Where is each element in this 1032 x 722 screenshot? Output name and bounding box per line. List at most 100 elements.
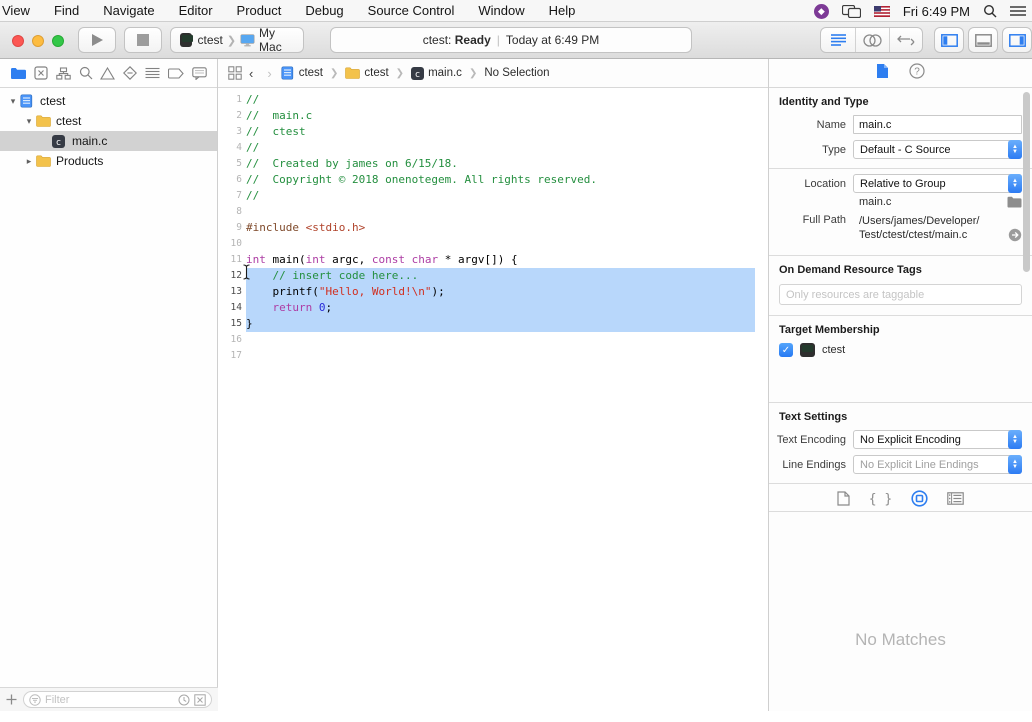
breadcrumb-item-no-selection[interactable]: No Selection xyxy=(484,67,549,79)
code-text[interactable]: // main.c xyxy=(246,108,755,124)
toggle-inspector-button[interactable] xyxy=(1002,27,1032,53)
code-line-10[interactable]: 10 xyxy=(218,236,768,252)
go-back-button[interactable]: ‹ xyxy=(249,66,253,81)
name-field[interactable]: main.c xyxy=(853,115,1022,134)
code-text[interactable]: printf("Hello, World!\n"); xyxy=(246,284,755,300)
tree-item-products[interactable]: ▸Products xyxy=(0,151,217,171)
menu-product[interactable]: Product xyxy=(225,0,294,21)
tree-item-ctest[interactable]: ▾ctest xyxy=(0,111,217,131)
tree-item-ctest[interactable]: ▾ctest xyxy=(0,91,217,111)
menu-find[interactable]: Find xyxy=(42,0,91,21)
related-items-icon[interactable] xyxy=(228,66,242,80)
code-line-12[interactable]: 12 // insert code here... xyxy=(218,268,768,284)
test-navigator-icon[interactable] xyxy=(123,66,137,80)
version-editor-button[interactable] xyxy=(889,28,922,52)
code-line-16[interactable]: 16 xyxy=(218,332,768,348)
code-line-7[interactable]: 7// xyxy=(218,188,768,204)
notification-center-icon[interactable] xyxy=(1010,5,1026,17)
resource-tags-input[interactable]: Only resources are taggable xyxy=(779,284,1022,305)
code-text[interactable]: #include <stdio.h> xyxy=(246,220,755,236)
code-line-8[interactable]: 8 xyxy=(218,204,768,220)
code-line-1[interactable]: 1// xyxy=(218,92,768,108)
code-line-3[interactable]: 3// ctest xyxy=(218,124,768,140)
source-code-editor[interactable]: 1//2// main.c3// ctest4//5// Created by … xyxy=(218,88,768,364)
breadcrumb-item-ctest[interactable]: ctest xyxy=(281,66,323,80)
code-line-4[interactable]: 4// xyxy=(218,140,768,156)
open-path-arrow-icon[interactable] xyxy=(1008,228,1022,242)
location-dropdown[interactable]: Relative to Group ▲▼ xyxy=(853,174,1022,193)
breadcrumb-item-ctest[interactable]: ctest xyxy=(345,67,388,79)
source-control-navigator-icon[interactable] xyxy=(34,66,48,80)
add-button[interactable] xyxy=(6,694,17,705)
code-line-13[interactable]: 13 printf("Hello, World!\n"); xyxy=(218,284,768,300)
code-line-2[interactable]: 2// main.c xyxy=(218,108,768,124)
menu-editor[interactable]: Editor xyxy=(167,0,225,21)
code-line-5[interactable]: 5// Created by james on 6/15/18. xyxy=(218,156,768,172)
file-inspector-tab[interactable] xyxy=(876,63,889,84)
quick-help-tab[interactable]: ? xyxy=(909,63,925,84)
disclosure-triangle-icon[interactable]: ▸ xyxy=(22,156,36,167)
code-text[interactable]: return 0; xyxy=(246,300,755,316)
code-line-6[interactable]: 6// Copyright © 2018 onenotegem. All rig… xyxy=(218,172,768,188)
navigator-filter-input[interactable]: Filter xyxy=(23,691,212,708)
menu-window[interactable]: Window xyxy=(466,0,536,21)
type-dropdown[interactable]: Default - C Source ▲▼ xyxy=(853,140,1022,159)
media-library-icon[interactable] xyxy=(947,492,964,508)
assistant-editor-button[interactable] xyxy=(855,28,888,52)
issue-navigator-icon[interactable] xyxy=(100,67,115,80)
code-line-14[interactable]: 14 return 0; xyxy=(218,300,768,316)
object-library-icon[interactable] xyxy=(911,490,928,510)
code-line-11[interactable]: 11int main(int argc, const char * argv[]… xyxy=(218,252,768,268)
tree-item-main-c[interactable]: cmain.c xyxy=(0,131,217,151)
standard-editor-button[interactable] xyxy=(821,28,855,52)
symbol-navigator-icon[interactable] xyxy=(56,67,71,80)
file-template-library-icon[interactable] xyxy=(837,491,850,509)
inspector-scrollbar[interactable] xyxy=(1023,92,1030,272)
menu-debug[interactable]: Debug xyxy=(293,0,355,21)
report-navigator-icon[interactable] xyxy=(192,67,207,80)
code-snippet-library-icon[interactable]: { } xyxy=(869,492,892,507)
code-text[interactable]: int main(int argc, const char * argv[]) … xyxy=(246,252,755,268)
menu-navigate[interactable]: Navigate xyxy=(91,0,166,21)
menu-source-control[interactable]: Source Control xyxy=(356,0,467,21)
project-navigator-icon[interactable] xyxy=(10,67,26,80)
code-line-15[interactable]: 15} xyxy=(218,316,768,332)
breakpoint-navigator-icon[interactable] xyxy=(168,68,184,79)
toggle-navigator-button[interactable] xyxy=(934,27,964,53)
code-text[interactable]: // ctest xyxy=(246,124,755,140)
menu-help[interactable]: Help xyxy=(537,0,588,21)
disclosure-triangle-icon[interactable]: ▾ xyxy=(22,116,36,127)
code-text[interactable]: // xyxy=(246,188,755,204)
stop-button[interactable] xyxy=(124,27,162,53)
gem-app-icon[interactable]: ◆ xyxy=(814,4,829,19)
close-window-button[interactable] xyxy=(12,35,24,47)
code-text[interactable]: // xyxy=(246,92,755,108)
breadcrumb-item-main-c[interactable]: cmain.c xyxy=(411,67,462,80)
choose-folder-icon[interactable] xyxy=(1007,196,1022,208)
scheme-selector[interactable]: ctest ❯ My Mac xyxy=(170,27,304,53)
toggle-debug-area-button[interactable] xyxy=(968,27,998,53)
displays-icon[interactable] xyxy=(842,5,861,18)
line-endings-dropdown[interactable]: No Explicit Line Endings ▲▼ xyxy=(853,455,1022,474)
code-text[interactable]: // Copyright © 2018 onenotegem. All righ… xyxy=(246,172,755,188)
target-row[interactable]: ✓ ctest xyxy=(769,340,1032,360)
debug-navigator-icon[interactable] xyxy=(145,67,160,79)
disclosure-triangle-icon[interactable]: ▾ xyxy=(6,96,20,107)
code-line-17[interactable]: 17 xyxy=(218,348,768,364)
zoom-window-button[interactable] xyxy=(52,35,64,47)
code-text[interactable]: } xyxy=(246,316,755,332)
menubar-clock[interactable]: Fri 6:49 PM xyxy=(903,4,970,19)
target-checkbox[interactable]: ✓ xyxy=(779,343,793,357)
code-line-9[interactable]: 9#include <stdio.h> xyxy=(218,220,768,236)
find-navigator-icon[interactable] xyxy=(79,66,93,80)
code-text[interactable]: // Created by james on 6/15/18. xyxy=(246,156,755,172)
run-button[interactable] xyxy=(78,27,116,53)
code-text[interactable]: // xyxy=(246,140,755,156)
spotlight-icon[interactable] xyxy=(983,4,997,18)
scm-status-filter-icon[interactable] xyxy=(194,694,206,706)
recents-clock-icon[interactable] xyxy=(178,694,190,706)
text-encoding-dropdown[interactable]: No Explicit Encoding ▲▼ xyxy=(853,430,1022,449)
menu-view[interactable]: View xyxy=(0,0,42,21)
code-text[interactable]: // insert code here... xyxy=(246,268,755,284)
us-flag-input-source-icon[interactable] xyxy=(874,6,890,17)
